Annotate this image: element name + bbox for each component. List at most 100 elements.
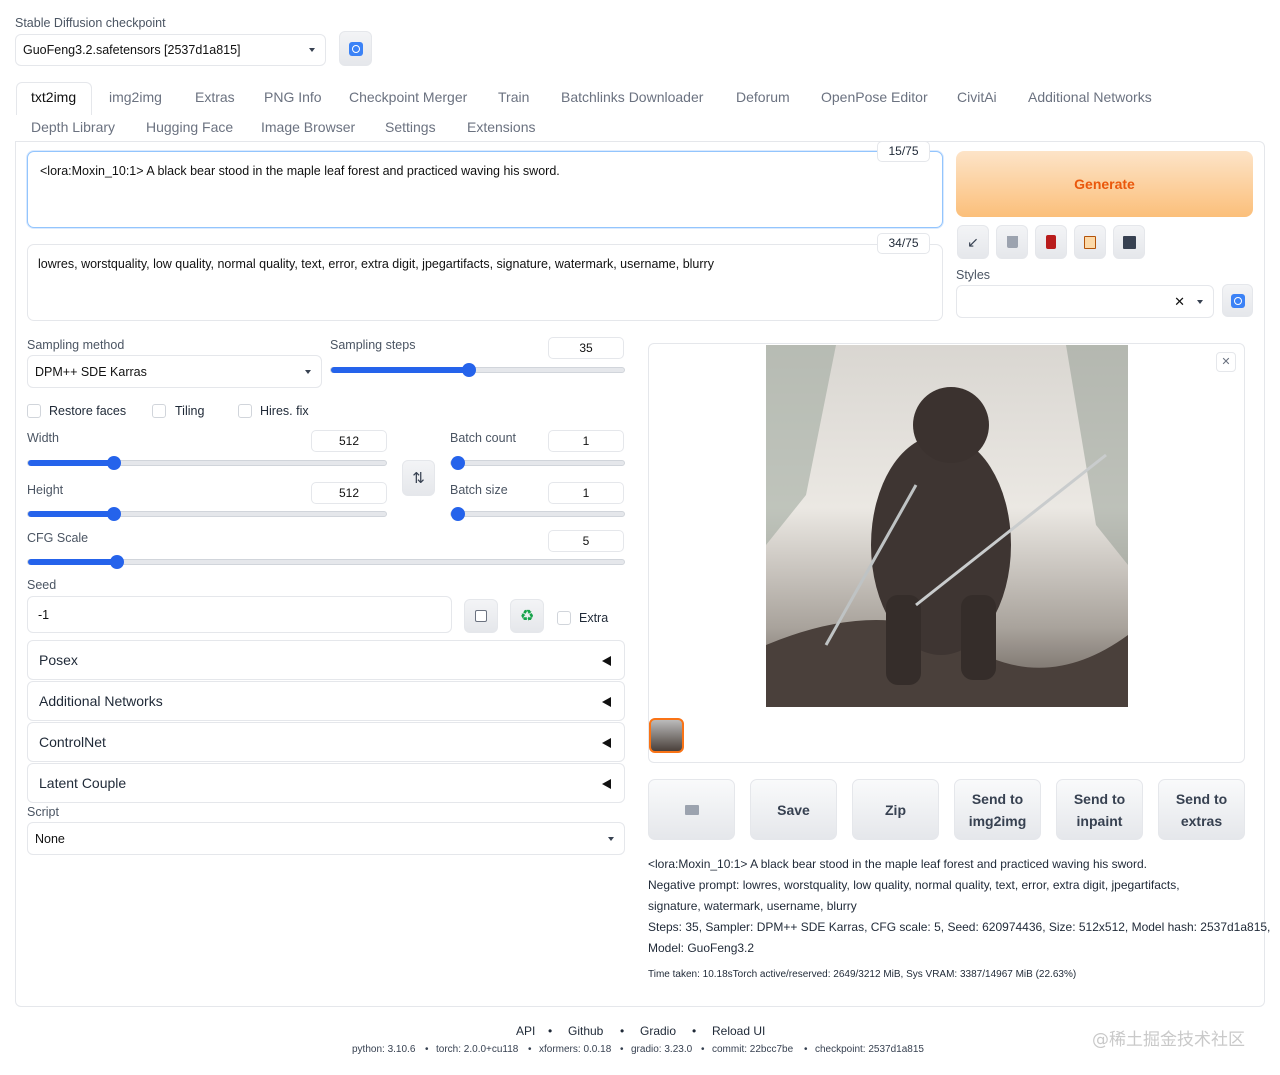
read-params-button[interactable]: ↙ — [957, 225, 989, 259]
tab-txt2img[interactable]: txt2img — [31, 89, 76, 105]
extra-seed-checkbox[interactable] — [557, 611, 571, 625]
tab-row1-3[interactable]: PNG Info — [264, 89, 322, 105]
close-image-button[interactable]: ✕ — [1216, 352, 1236, 372]
clear-icon[interactable]: ✕ — [1174, 294, 1185, 310]
tab-row1-6[interactable]: Batchlinks Downloader — [561, 89, 703, 105]
open-folder-button[interactable] — [648, 779, 735, 840]
reuse-seed-button[interactable]: ♻ — [510, 599, 544, 633]
tab-row1-4[interactable]: Checkpoint Merger — [349, 89, 467, 105]
tab-row2-0[interactable]: Depth Library — [31, 119, 115, 135]
checkpoint-dropdown[interactable]: GuoFeng3.2.safetensors [2537d1a815] — [15, 34, 326, 66]
footer-torch-version: torch: 2.0.0+cu118 — [436, 1044, 519, 1055]
refresh-checkpoint-button[interactable] — [339, 31, 372, 66]
accordion-posex[interactable]: Posex — [27, 640, 625, 680]
tab-row2-4[interactable]: Extensions — [467, 119, 535, 135]
sampling-method-dropdown[interactable]: DPM++ SDE Karras — [27, 355, 322, 388]
footer-dot: • — [620, 1044, 624, 1055]
zip-button[interactable]: Zip — [852, 779, 939, 840]
info-params: Steps: 35, Sampler: DPM++ SDE Karras, CF… — [648, 920, 1271, 934]
width-input[interactable]: 512 — [311, 430, 387, 452]
collapse-arrow-icon — [602, 738, 611, 748]
swap-arrows-icon: ⇅ — [412, 470, 425, 487]
tab-row2-3[interactable]: Settings — [385, 119, 436, 135]
sampling-steps-slider[interactable] — [330, 363, 625, 377]
tab-row1-5[interactable]: Train — [498, 89, 529, 105]
footer-link-reload-ui[interactable]: Reload UI — [712, 1024, 765, 1038]
cfg-scale-slider[interactable] — [27, 555, 625, 569]
slider-handle[interactable] — [451, 456, 465, 470]
prompt-token-counter: 15/75 — [877, 141, 930, 162]
random-seed-button[interactable] — [464, 599, 498, 633]
chevron-down-icon — [1197, 299, 1203, 304]
seed-input[interactable]: -1 — [27, 596, 452, 633]
info-negative: Negative prompt: lowres, worstquality, l… — [648, 878, 1180, 892]
slider-handle[interactable] — [451, 507, 465, 521]
footer-link-api[interactable]: API — [516, 1024, 535, 1038]
accordion-controlnet[interactable]: ControlNet — [27, 722, 625, 762]
footer-dot: • — [620, 1024, 625, 1038]
accordion-title: Latent Couple — [39, 775, 127, 791]
refresh-icon — [348, 41, 363, 56]
hires-fix-checkbox[interactable] — [238, 404, 252, 418]
extra-networks-button[interactable] — [1035, 225, 1067, 259]
width-slider[interactable] — [27, 456, 387, 470]
footer-python-version: python: 3.10.6 — [352, 1044, 416, 1055]
width-label: Width — [27, 431, 59, 445]
slider-handle[interactable] — [461, 363, 476, 377]
slider-handle[interactable] — [106, 507, 121, 521]
slider-handle[interactable] — [106, 456, 121, 470]
batch-count-input[interactable]: 1 — [548, 430, 624, 452]
script-dropdown[interactable]: None — [27, 822, 625, 855]
gallery-thumbnail[interactable] — [649, 718, 684, 753]
clear-prompt-button[interactable] — [996, 225, 1028, 259]
sampling-steps-input[interactable]: 35 — [548, 337, 624, 359]
prompt-textarea[interactable]: <lora:Moxin_10:1> A black bear stood in … — [27, 151, 943, 228]
negative-prompt-textarea[interactable]: lowres, worstquality, low quality, norma… — [27, 244, 943, 321]
collapse-arrow-icon — [602, 697, 611, 707]
send-to-inpaint-button[interactable]: Send to inpaint — [1056, 779, 1143, 840]
refresh-styles-button[interactable] — [1222, 284, 1253, 317]
footer-link-github[interactable]: Github — [568, 1024, 603, 1038]
save-button[interactable]: Save — [750, 779, 837, 840]
styles-dropdown[interactable]: ✕ — [956, 285, 1214, 318]
accordion-latent-couple[interactable]: Latent Couple — [27, 763, 625, 803]
collapse-arrow-icon — [602, 779, 611, 789]
restore-faces-checkbox[interactable] — [27, 404, 41, 418]
tab-row1-2[interactable]: Extras — [195, 89, 235, 105]
tab-row1-1[interactable]: img2img — [109, 89, 162, 105]
tab-row1-7[interactable]: Deforum — [736, 89, 790, 105]
footer-dot: • — [701, 1044, 705, 1055]
tab-row1-9[interactable]: CivitAi — [957, 89, 997, 105]
hires-fix-label: Hires. fix — [260, 404, 309, 418]
footer-link-gradio[interactable]: Gradio — [640, 1024, 676, 1038]
send-to-img2img-button[interactable]: Send to img2img — [954, 779, 1041, 840]
generated-image[interactable] — [766, 345, 1128, 707]
refresh-icon — [1230, 293, 1245, 308]
batch-size-slider[interactable] — [450, 507, 625, 521]
send-to-extras-button[interactable]: Send to extras — [1158, 779, 1245, 840]
chevron-down-icon — [309, 48, 315, 52]
generate-button[interactable]: Generate — [956, 151, 1253, 217]
tab-row2-1[interactable]: Hugging Face — [146, 119, 233, 135]
info-prompt: <lora:Moxin_10:1> A black bear stood in … — [648, 857, 1147, 871]
batch-count-slider[interactable] — [450, 456, 625, 470]
cfg-scale-input[interactable]: 5 — [548, 530, 624, 552]
apply-style-button[interactable] — [1074, 225, 1106, 259]
swap-dimensions-button[interactable]: ⇅ — [402, 460, 435, 496]
seed-value: -1 — [38, 608, 50, 622]
accordion-additional-networks[interactable]: Additional Networks — [27, 681, 625, 721]
extra-seed-label: Extra — [579, 611, 609, 625]
tab-row1-8[interactable]: OpenPose Editor — [821, 89, 928, 105]
height-input[interactable]: 512 — [311, 482, 387, 504]
footer-gradio-version: gradio: 3.23.0 — [631, 1044, 693, 1055]
tab-row1-10[interactable]: Additional Networks — [1028, 89, 1152, 105]
arrow-down-left-icon: ↙ — [967, 233, 979, 250]
height-slider[interactable] — [27, 507, 387, 521]
script-value: None — [35, 831, 65, 846]
batch-size-input[interactable]: 1 — [548, 482, 624, 504]
tab-row2-2[interactable]: Image Browser — [261, 119, 355, 135]
tiling-label: Tiling — [175, 404, 205, 418]
tiling-checkbox[interactable] — [152, 404, 166, 418]
save-style-button[interactable] — [1113, 225, 1145, 259]
styles-label: Styles — [956, 268, 991, 282]
